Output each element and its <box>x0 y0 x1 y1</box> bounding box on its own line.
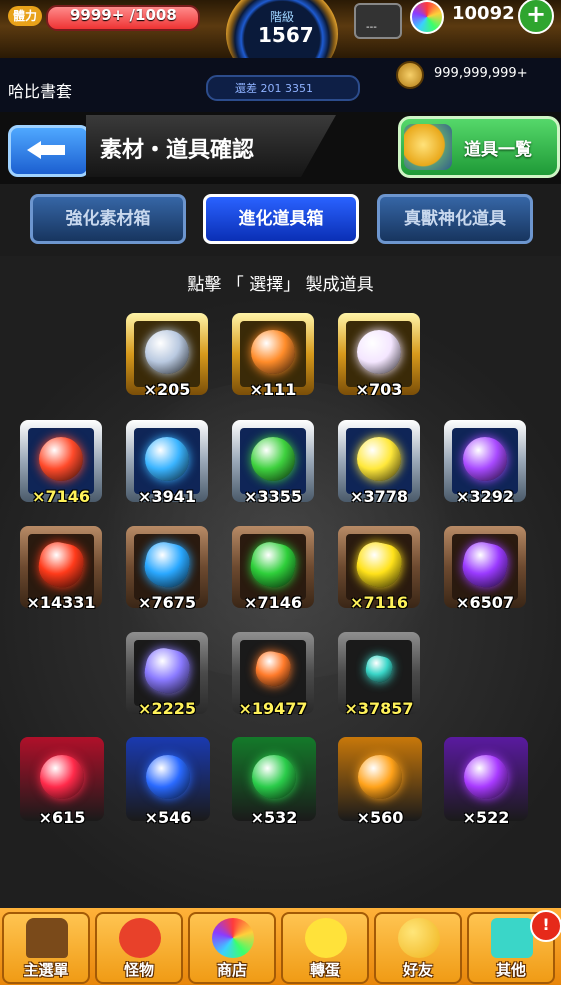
tab-enhance-materials[interactable]: 強化素材箱 <box>30 194 186 244</box>
item-list-label: 道具一覧 <box>464 140 532 160</box>
item-box-icon[interactable] <box>354 3 402 39</box>
item-cell[interactable]: ×3355 <box>232 420 314 506</box>
egg-icon <box>305 918 347 958</box>
other-icon <box>491 918 533 958</box>
page-title: 素材・道具確認 <box>100 138 255 163</box>
item-cell[interactable]: ×7146 <box>232 526 314 612</box>
rainbow-pearl-icon <box>357 330 401 374</box>
nav-gacha[interactable]: 轉蛋 <box>281 912 369 984</box>
item-box-text: --- <box>366 22 377 33</box>
player-name: 哈比書套 <box>8 82 73 101</box>
instruction-text: 點擊 「 選擇」 製成道具 <box>187 275 374 295</box>
rainbow-orb-icon <box>212 918 254 958</box>
rainbow-orb-icon <box>410 0 444 34</box>
nav-monsters[interactable]: 怪物 <box>95 912 183 984</box>
item-cell[interactable]: ×532 <box>232 737 316 827</box>
castle-icon <box>26 918 68 958</box>
orb-count: 10092 <box>452 3 515 24</box>
nav-main-menu[interactable]: 主選單 <box>2 912 90 984</box>
monster-icon <box>119 918 161 958</box>
fire-dragon-orb-icon <box>40 755 84 799</box>
notification-badge: ! <box>530 910 561 942</box>
item-cell[interactable]: ×7146 <box>20 420 102 506</box>
item-cell[interactable]: ×522 <box>444 737 528 827</box>
item-cell[interactable]: ×560 <box>338 737 422 827</box>
dark-orb-icon <box>463 437 507 481</box>
item-cell[interactable]: ×2225 <box>126 632 208 718</box>
wood-orb-icon <box>251 437 295 481</box>
item-cell[interactable]: ×111 <box>232 313 314 399</box>
item-cell[interactable]: ×37857 <box>338 632 420 718</box>
water-orb-icon <box>145 437 189 481</box>
item-cell[interactable]: ×14331 <box>20 526 102 612</box>
item-cell[interactable]: ×3292 <box>444 420 526 506</box>
rainbow-nine-icon <box>251 330 295 374</box>
rank-value: 1567 <box>258 23 314 47</box>
back-button[interactable] <box>8 125 90 177</box>
item-cell[interactable]: ×7116 <box>338 526 420 612</box>
item-cell[interactable]: ×3941 <box>126 420 208 506</box>
item-cell[interactable]: ×6507 <box>444 526 526 612</box>
item-cell[interactable]: ×615 <box>20 737 104 827</box>
stamina-label: 體力 <box>8 6 42 26</box>
coin-count: 999,999,999+ <box>434 66 528 81</box>
water-dragon-orb-icon <box>146 755 190 799</box>
item-cell[interactable]: ×205 <box>126 313 208 399</box>
item-cell[interactable]: ×19477 <box>232 632 314 718</box>
tab-evolution-items[interactable]: 進化道具箱 <box>203 194 359 244</box>
fire-orb-icon <box>39 437 83 481</box>
item-cell[interactable]: ×7675 <box>126 526 208 612</box>
item-cell[interactable]: ×546 <box>126 737 210 827</box>
silver-crest-icon <box>145 330 189 374</box>
coin-icon <box>396 61 424 89</box>
tab-true-beast-items[interactable]: 真獸神化道具 <box>377 194 533 244</box>
light-orb-icon <box>357 437 401 481</box>
stamina-value: 9999+ /1008 <box>70 6 177 24</box>
light-dragon-orb-icon <box>358 755 402 799</box>
nav-shop[interactable]: 商店 <box>188 912 276 984</box>
nav-friends[interactable]: 好友 <box>374 912 462 984</box>
balloons-icon <box>398 918 440 958</box>
dark-dragon-orb-icon <box>464 755 508 799</box>
item-cell[interactable]: ×3778 <box>338 420 420 506</box>
item-list-icon <box>404 124 452 170</box>
wood-dragon-orb-icon <box>252 755 296 799</box>
item-cell[interactable]: ×703 <box>338 313 420 399</box>
next-rank-text: 還差 201 3351 <box>235 82 313 95</box>
